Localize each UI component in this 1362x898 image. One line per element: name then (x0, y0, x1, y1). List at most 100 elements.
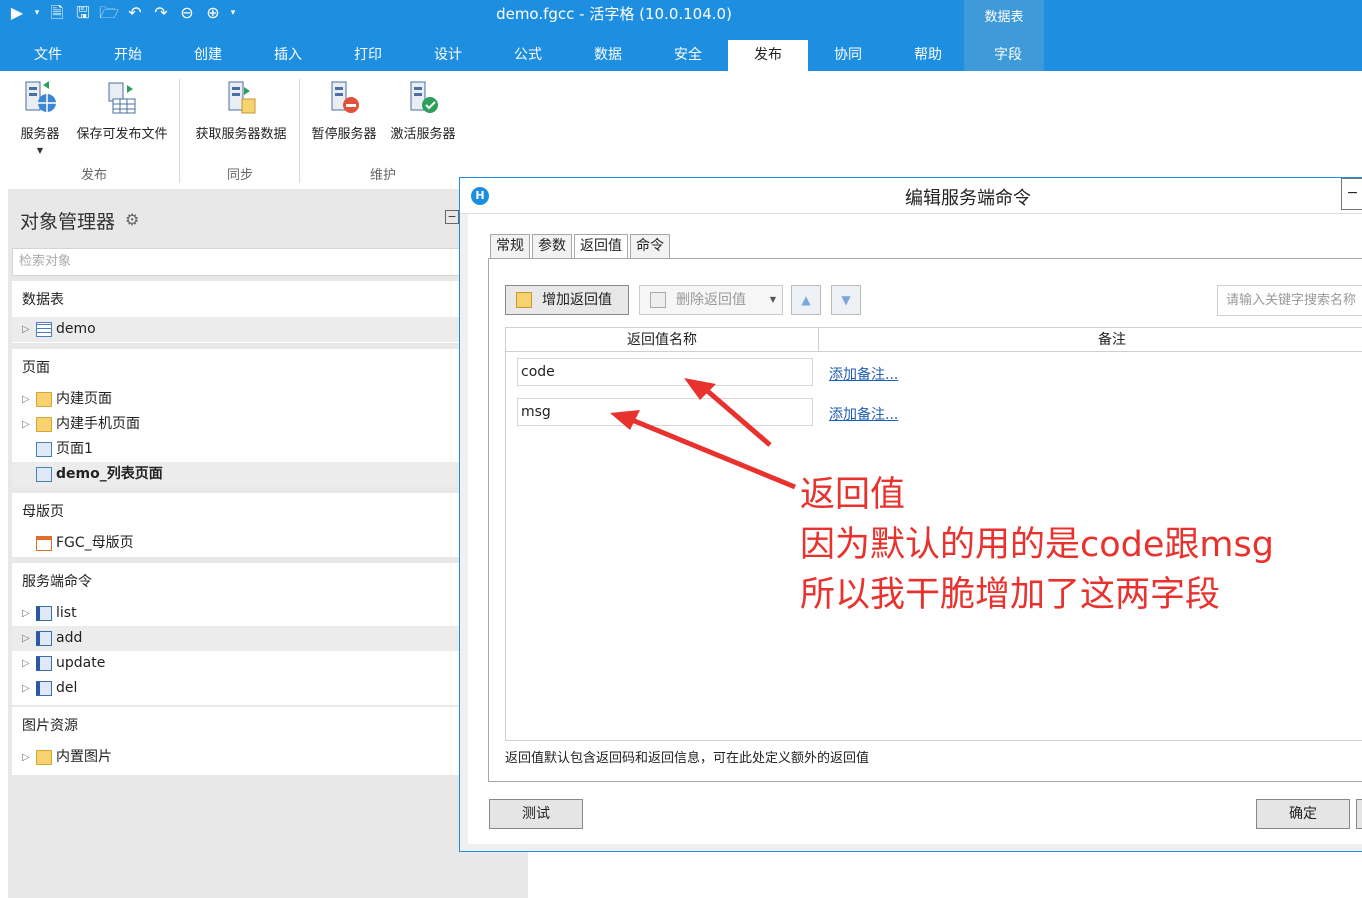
folder-icon (36, 750, 52, 765)
server-icon (25, 81, 56, 112)
arrow-down-icon: ▼ (841, 293, 851, 307)
expand-arrow-icon[interactable]: ▷ (22, 601, 30, 626)
tab-commands[interactable]: 命令 (630, 234, 670, 258)
move-up-button[interactable]: ▲ (791, 285, 821, 315)
object-search-input[interactable]: 检索对象 (12, 248, 462, 276)
pause-server-icon (331, 81, 359, 113)
section-tables: 数据表 ▷ demo (12, 281, 462, 343)
tree-item-label: 页面1 (56, 441, 93, 457)
tab-home[interactable]: 开始 (88, 40, 168, 71)
object-manager-title: 对象管理器 (20, 211, 116, 233)
save-publishable-label: 保存可发布文件 (76, 127, 168, 142)
add-return-value-button[interactable]: 增加返回值 (505, 285, 629, 315)
section-title: 数据表 (22, 292, 64, 308)
tab-params[interactable]: 参数 (532, 234, 572, 258)
return-value-name-field[interactable]: code (517, 358, 813, 386)
tab-create[interactable]: 创建 (168, 40, 248, 71)
activate-server-button[interactable]: 激活服务器 (384, 79, 462, 142)
tree-item-demo-list-page[interactable]: demo_列表页面 (12, 462, 462, 487)
tree-item-label: FGC_母版页 (56, 535, 134, 551)
tab-publish[interactable]: 发布 (728, 40, 808, 71)
expand-arrow-icon[interactable]: ▷ (22, 317, 30, 342)
server-label: 服务器 (20, 127, 60, 142)
tree-item-label: del (56, 680, 78, 696)
tree-item-builtin-mobile-pages[interactable]: ▷ 内建手机页面 (12, 412, 462, 437)
dialog-title-bar: H 编辑服务端命令 − (460, 178, 1362, 214)
chevron-down-icon[interactable]: ▼ (770, 286, 776, 314)
tree-item-builtin-images[interactable]: ▷ 内置图片 (12, 745, 462, 770)
fetch-server-data-button[interactable]: 获取服务器数据 (186, 79, 296, 142)
tree-item-cmd-del[interactable]: ▷ del (12, 676, 462, 701)
return-value-name-field[interactable]: msg (517, 398, 813, 426)
tab-general[interactable]: 常规 (490, 234, 530, 258)
add-item-icon (516, 292, 532, 308)
pause-server-button[interactable]: 暂停服务器 (306, 79, 382, 142)
dialog-tabs: 常规 参数 返回值 命令 (490, 234, 670, 260)
tab-design[interactable]: 设计 (408, 40, 488, 71)
title-bar: ▶ ▾ 🗎 🖫 🗁 ↶ ↷ ⊖ ⊕ ▾ demo.fgcc - 活字格 (10.… (0, 0, 1362, 71)
tab-formula[interactable]: 公式 (488, 40, 568, 71)
tab-collaborate[interactable]: 协同 (808, 40, 888, 71)
cancel-button[interactable] (1356, 799, 1362, 829)
grid-header: 返回值名称 备注 (506, 328, 1362, 352)
delete-return-value-button[interactable]: 删除返回值 ▼ (639, 285, 783, 315)
tree-item-cmd-list[interactable]: ▷ list (12, 601, 462, 626)
minimize-icon[interactable]: − (1341, 178, 1362, 210)
expand-arrow-icon[interactable]: ▷ (22, 626, 30, 651)
annotation-text: 返回值 因为默认的用的是code跟msg 所以我干脆增加了这两字段 (800, 470, 1274, 620)
tab-data[interactable]: 数据 (568, 40, 648, 71)
column-header-name[interactable]: 返回值名称 (506, 328, 819, 352)
ok-button[interactable]: 确定 (1256, 799, 1350, 829)
arrow-up-icon: ▲ (801, 293, 811, 307)
server-button[interactable]: 服务器 ▼ (14, 79, 66, 155)
tab-file[interactable]: 文件 (8, 40, 88, 71)
return-values-hint: 返回值默认包含返回码和返回信息，可在此处定义额外的返回值 (505, 751, 870, 766)
page-icon (36, 442, 52, 457)
test-button[interactable]: 测试 (489, 799, 583, 829)
fetch-server-data-label: 获取服务器数据 (195, 127, 287, 142)
add-note-link[interactable]: 添加备注... (829, 364, 898, 384)
move-down-button[interactable]: ▼ (831, 285, 861, 315)
tab-help[interactable]: 帮助 (888, 40, 968, 71)
annotation-line: 所以我干脆增加了这两字段 (800, 575, 1221, 615)
page-icon (36, 467, 52, 482)
ribbon-group-label-sync: 同步 (226, 168, 253, 183)
tree-item-cmd-update[interactable]: ▷ update (12, 651, 462, 676)
tree-item-page1[interactable]: 页面1 (12, 437, 462, 462)
section-pages: 页面 ▷ 内建页面 ▷ 内建手机页面 页面1 demo_列表页面 (12, 349, 462, 487)
expand-arrow-icon[interactable]: ▷ (22, 412, 30, 437)
ribbon-tab-strip: 文件 开始 创建 插入 打印 设计 公式 数据 安全 发布 协同 帮助 字段 (8, 40, 1048, 71)
add-note-link[interactable]: 添加备注... (829, 404, 898, 424)
tab-insert[interactable]: 插入 (248, 40, 328, 71)
tab-return-values[interactable]: 返回值 (574, 234, 628, 260)
expand-arrow-icon[interactable]: ▷ (22, 745, 30, 770)
tree-item-label: demo (56, 321, 96, 337)
column-header-note[interactable]: 备注 (819, 328, 1362, 352)
ribbon-group-label-maintain: 维护 (369, 168, 396, 183)
table-row: msg 添加备注... (506, 396, 1362, 426)
tree-item-demo-table[interactable]: ▷ demo (12, 317, 462, 342)
expand-arrow-icon[interactable]: ▷ (22, 651, 30, 676)
tab-field[interactable]: 字段 (968, 40, 1048, 71)
section-title: 页面 (22, 360, 50, 376)
sync-icon (228, 81, 256, 114)
master-page-icon (36, 536, 52, 551)
section-server-commands: 服务端命令 ▷ list ▷ add ▷ update ▷ del (12, 563, 462, 705)
folder-icon (36, 392, 52, 407)
tab-security[interactable]: 安全 (648, 40, 728, 71)
context-group-title: 数据表 (984, 10, 1024, 25)
ribbon-body: 服务器 ▼ 保存可发布文件 发布 获取服务器数据 同步 暂停服务器 激活服务器 … (8, 71, 1362, 189)
keyword-search-input[interactable]: 请输入关键字搜索名称 (1217, 285, 1362, 316)
expand-arrow-icon[interactable]: ▷ (22, 676, 30, 701)
tree-item-cmd-add[interactable]: ▷ add (12, 626, 462, 651)
save-publishable-button[interactable]: 保存可发布文件 (68, 79, 176, 142)
command-icon (36, 681, 52, 696)
pause-server-label: 暂停服务器 (311, 127, 377, 142)
tree-item-fgc-master[interactable]: FGC_母版页 (12, 531, 462, 556)
gear-icon[interactable]: ⚙ (125, 210, 139, 229)
tab-print[interactable]: 打印 (328, 40, 408, 71)
tree-item-builtin-pages[interactable]: ▷ 内建页面 (12, 387, 462, 412)
command-icon (36, 656, 52, 671)
expand-arrow-icon[interactable]: ▷ (22, 387, 30, 412)
collapse-panel-icon[interactable]: − (445, 210, 459, 224)
